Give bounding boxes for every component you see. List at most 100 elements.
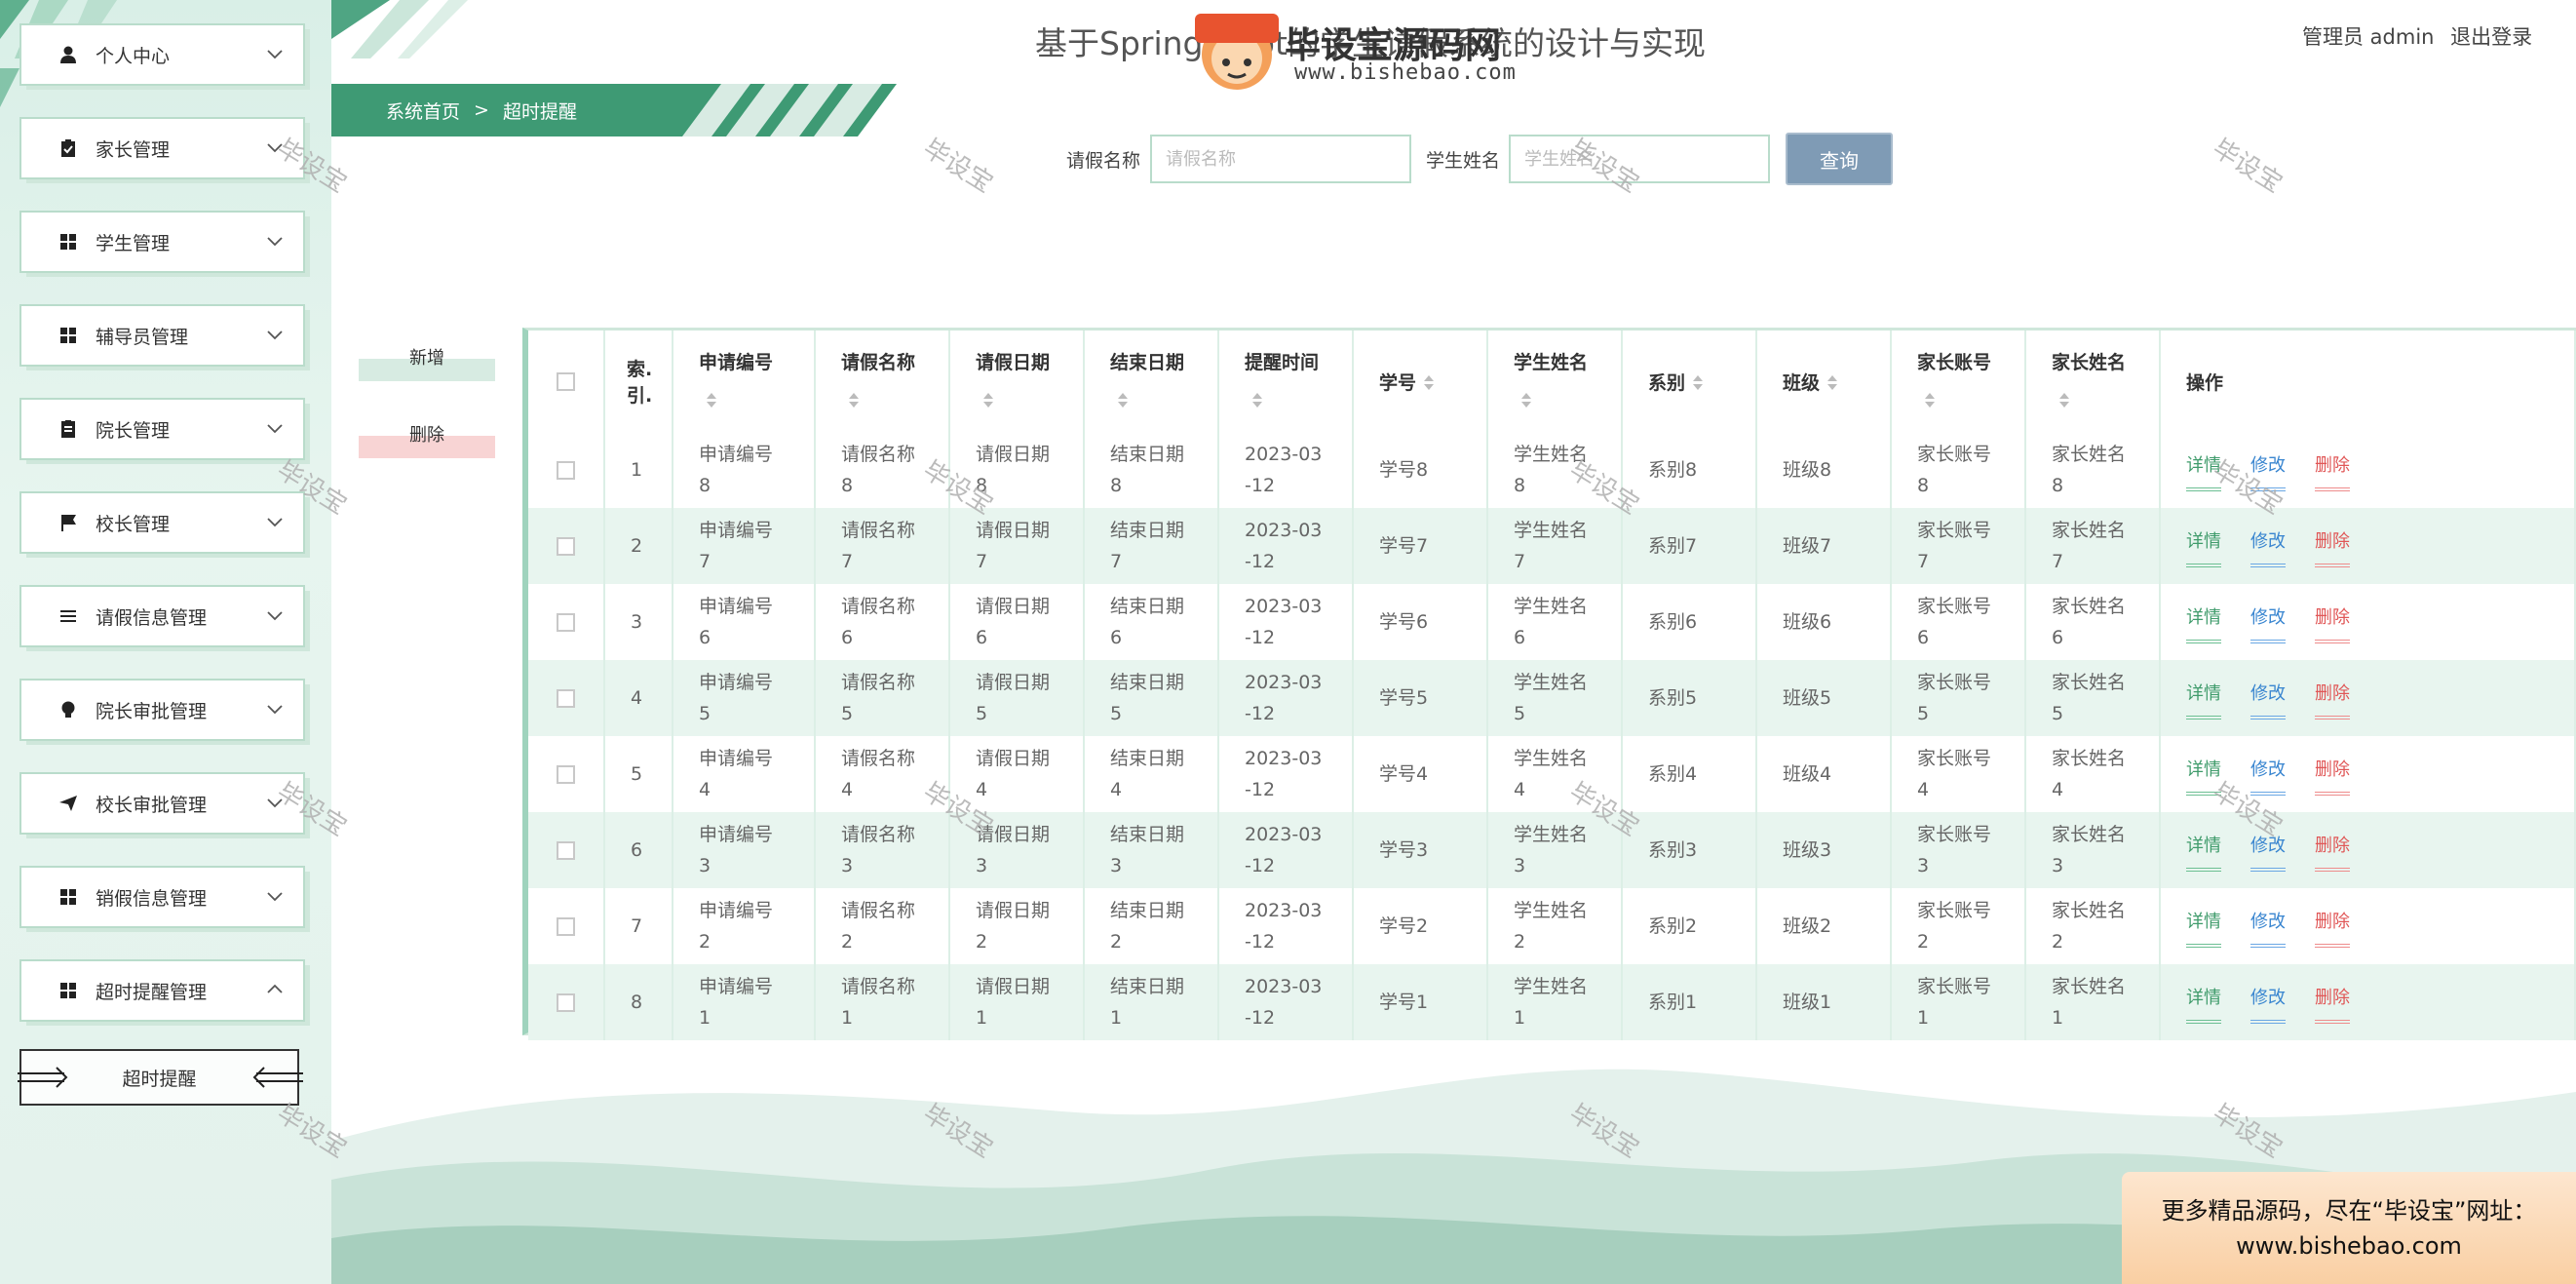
ad-banner[interactable]: 更多精品源码，尽在“毕设宝”网址： www.bishebao.com <box>2122 1172 2576 1284</box>
row-checkbox[interactable] <box>557 841 575 860</box>
sidebar-item-2[interactable]: 家长管理 <box>19 117 305 179</box>
row-checkbox-cell <box>528 584 605 660</box>
cell-operation: 详情 修改 删除 <box>2160 964 2576 1040</box>
row-checkbox[interactable] <box>557 689 575 708</box>
cell-parent-account: 家长账号 5 <box>1891 660 2026 736</box>
cell-student-name: 学生姓名 5 <box>1487 660 1623 736</box>
brand-logo-icon <box>1195 14 1279 90</box>
leave-name-input[interactable] <box>1150 135 1411 183</box>
sidebar-subitem-timeout-remind[interactable]: 超时提醒 <box>18 1049 303 1106</box>
chevron-down-icon <box>267 892 283 902</box>
row-checkbox-cell <box>528 888 605 964</box>
edit-button[interactable]: 修改 <box>2250 907 2286 948</box>
query-button[interactable]: 查询 <box>1786 133 1893 185</box>
sort-icon[interactable] <box>1118 392 1128 409</box>
sort-icon[interactable] <box>707 392 716 409</box>
sidebar-item-7[interactable]: 请假信息管理 <box>19 585 305 647</box>
col-header-student-name[interactable]: 学生姓名 <box>1487 331 1623 432</box>
delete-button[interactable]: 删除 <box>2315 679 2350 720</box>
cell-student-name: 学生姓名 6 <box>1487 584 1623 660</box>
sort-icon[interactable] <box>2059 392 2069 409</box>
col-header-department[interactable]: 系别 <box>1622 331 1757 432</box>
cell-department: 系别5 <box>1622 660 1757 736</box>
logout-link[interactable]: 退出登录 <box>2450 25 2532 49</box>
edit-button[interactable]: 修改 <box>2250 983 2286 1024</box>
detail-button[interactable]: 详情 <box>2186 983 2221 1024</box>
cell-operation: 详情 修改 删除 <box>2160 888 2576 964</box>
delete-button[interactable]: 删除 <box>2315 526 2350 567</box>
col-header-student-no[interactable]: 学号 <box>1353 331 1488 432</box>
user-role: 管理员 admin <box>2302 25 2435 49</box>
cell-leave-name: 请假名称 1 <box>815 964 950 1040</box>
edit-button[interactable]: 修改 <box>2250 603 2286 643</box>
row-checkbox[interactable] <box>557 993 575 1012</box>
col-header-label: 申请编号 <box>699 352 774 373</box>
sidebar-item-1[interactable]: 个人中心 <box>19 23 305 86</box>
sidebar-item-11[interactable]: 超时提醒管理 <box>19 959 305 1022</box>
detail-button[interactable]: 详情 <box>2186 679 2221 720</box>
detail-button[interactable]: 详情 <box>2186 603 2221 643</box>
row-checkbox[interactable] <box>557 537 575 556</box>
detail-button[interactable]: 详情 <box>2186 526 2221 567</box>
row-checkbox[interactable] <box>557 917 575 936</box>
col-header-end-date[interactable]: 结束日期 <box>1084 331 1219 432</box>
cell-leave-name: 请假名称 3 <box>815 812 950 888</box>
cell-class: 班级3 <box>1756 812 1892 888</box>
col-header-parent-account[interactable]: 家长账号 <box>1891 331 2026 432</box>
cell-index: 6 <box>604 812 673 888</box>
col-header-remind-time[interactable]: 提醒时间 <box>1218 331 1354 432</box>
sidebar-item-10[interactable]: 销假信息管理 <box>19 866 305 928</box>
sort-icon[interactable] <box>849 392 859 409</box>
cell-department: 系别7 <box>1622 508 1757 584</box>
cell-end-date: 结束日期 5 <box>1084 660 1219 736</box>
sidebar-item-5[interactable]: 院长管理 <box>19 398 305 460</box>
flag-icon <box>57 511 80 534</box>
sidebar-item-4[interactable]: 辅导员管理 <box>19 304 305 367</box>
delete-button[interactable]: 删除 <box>2315 450 2350 491</box>
sort-icon[interactable] <box>1424 375 1435 391</box>
col-header-apply-no[interactable]: 申请编号 <box>673 331 816 432</box>
arrow-right-icon <box>18 1067 68 1088</box>
select-all-checkbox[interactable] <box>557 372 575 391</box>
edit-button[interactable]: 修改 <box>2250 755 2286 796</box>
sort-icon[interactable] <box>1925 392 1935 409</box>
add-button[interactable]: 新增 <box>359 344 495 381</box>
col-header-class[interactable]: 班级 <box>1756 331 1892 432</box>
batch-delete-button[interactable]: 删除 <box>359 421 495 458</box>
sidebar-subitem-label: 超时提醒 <box>122 1068 197 1090</box>
col-header-label: 系别 <box>1648 371 1686 394</box>
detail-button[interactable]: 详情 <box>2186 831 2221 872</box>
edit-button[interactable]: 修改 <box>2250 679 2286 720</box>
sidebar-item-3[interactable]: 学生管理 <box>19 211 305 273</box>
row-checkbox[interactable] <box>557 461 575 480</box>
cell-leave-date: 请假日期 2 <box>949 888 1085 964</box>
cell-remind-time: 2023-03 -12 <box>1218 736 1354 812</box>
row-checkbox-cell <box>528 660 605 736</box>
detail-button[interactable]: 详情 <box>2186 907 2221 948</box>
col-header-label: 提醒时间 <box>1245 352 1320 373</box>
col-header-parent-name[interactable]: 家长姓名 <box>2025 331 2161 432</box>
delete-button[interactable]: 删除 <box>2315 907 2350 948</box>
sidebar-item-8[interactable]: 院长审批管理 <box>19 679 305 741</box>
delete-button[interactable]: 删除 <box>2315 983 2350 1024</box>
sort-icon[interactable] <box>1252 392 1262 409</box>
cell-parent-name: 家长姓名 1 <box>2025 964 2161 1040</box>
sort-icon[interactable] <box>1693 375 1704 391</box>
sidebar-item-9[interactable]: 校长审批管理 <box>19 772 305 835</box>
col-header-leave-date[interactable]: 请假日期 <box>949 331 1085 432</box>
col-header-leave-name[interactable]: 请假名称 <box>815 331 950 432</box>
sort-icon[interactable] <box>1827 375 1838 391</box>
cell-leave-date: 请假日期 5 <box>949 660 1085 736</box>
delete-button[interactable]: 删除 <box>2315 831 2350 872</box>
row-checkbox[interactable] <box>557 765 575 784</box>
cell-parent-name: 家长姓名 6 <box>2025 584 2161 660</box>
row-checkbox[interactable] <box>557 613 575 632</box>
sort-icon[interactable] <box>1521 392 1531 409</box>
delete-button[interactable]: 删除 <box>2315 603 2350 643</box>
delete-button[interactable]: 删除 <box>2315 755 2350 796</box>
edit-button[interactable]: 修改 <box>2250 526 2286 567</box>
breadcrumb-home[interactable]: 系统首页 <box>386 97 460 124</box>
sort-icon[interactable] <box>983 392 993 409</box>
cell-student-no: 学号3 <box>1353 812 1488 888</box>
sidebar-item-6[interactable]: 校长管理 <box>19 491 305 554</box>
